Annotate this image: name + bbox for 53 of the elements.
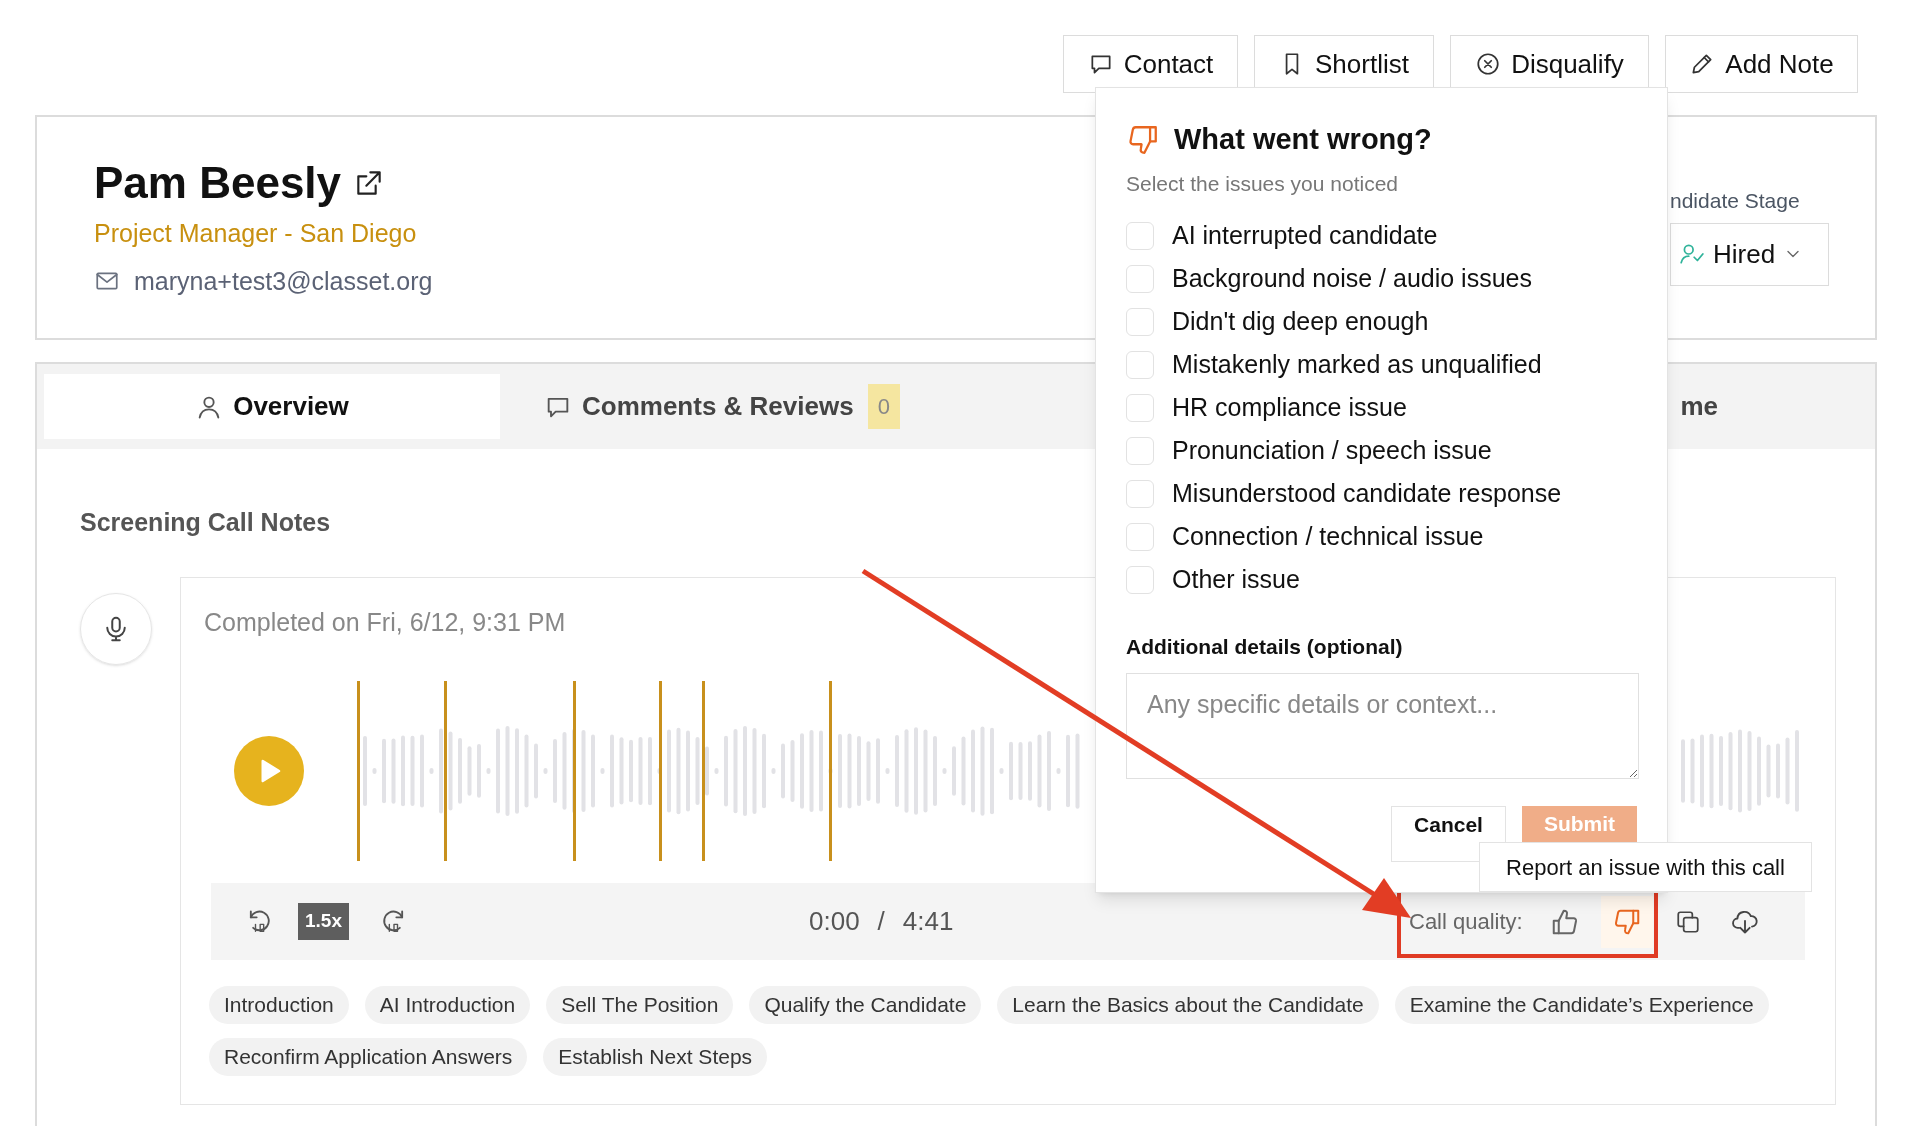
chapter-chip[interactable]: Introduction xyxy=(209,986,349,1024)
popover-subtitle: Select the issues you noticed xyxy=(1126,170,1399,197)
time-separator: / xyxy=(877,905,885,938)
chapter-chip[interactable]: Sell The Position xyxy=(546,986,734,1024)
chapter-chip[interactable]: Reconfirm Application Answers xyxy=(209,1038,528,1076)
contact-button[interactable]: Contact xyxy=(1063,35,1238,93)
popover-title: What went wrong? xyxy=(1174,122,1432,157)
issue-label: Pronunciation / speech issue xyxy=(1172,435,1492,467)
tab[interactable]: Comments & Reviews 0 xyxy=(500,374,920,439)
copy-icon xyxy=(1675,908,1701,935)
stage-dropdown[interactable]: Hired xyxy=(1670,222,1829,286)
details-label: Additional details (optional) xyxy=(1126,634,1404,660)
chapter-chip[interactable]: Learn the Basics about the Candidate xyxy=(997,986,1379,1024)
issue-label: Connection / technical issue xyxy=(1172,521,1484,553)
checkbox[interactable] xyxy=(1126,222,1154,250)
checkbox[interactable] xyxy=(1126,308,1154,336)
cancel-button[interactable]: Cancel xyxy=(1391,805,1506,862)
details-field[interactable]: Any specific details or context... xyxy=(1126,672,1639,779)
section-title: Screening Call Notes xyxy=(80,507,331,538)
call-date: Completed on Fri, 6/12, 9:31 PM xyxy=(204,606,567,638)
candidate-name: Pam Beesly xyxy=(94,157,342,209)
current-time: 0:00 xyxy=(809,905,860,938)
duration-time: 4:41 xyxy=(902,905,954,938)
checkbox[interactable] xyxy=(1126,351,1154,379)
email-text: maryna+test3@classet.org xyxy=(134,265,433,297)
stage-label: ndidate Stage xyxy=(1670,188,1801,214)
chapter-chip[interactable]: Qualify the Candidate xyxy=(749,986,982,1024)
thumbs-down-button[interactable] xyxy=(1600,895,1653,948)
checkbox[interactable] xyxy=(1126,394,1154,422)
checkbox[interactable] xyxy=(1126,523,1154,551)
issue-label: Other issue xyxy=(1172,564,1300,596)
checkbox[interactable] xyxy=(1126,437,1154,465)
speed-button[interactable]: 1.5x xyxy=(298,903,349,940)
tooltip: Report an issue with this call xyxy=(1479,842,1812,892)
chapter-chip[interactable]: AI Introduction xyxy=(364,986,531,1024)
issue-label: HR compliance issue xyxy=(1172,392,1407,424)
call-quality-label: Call quality: xyxy=(1409,908,1523,936)
note-button[interactable]: Add Note xyxy=(1665,35,1858,93)
issue-label: Misunderstood candidate response xyxy=(1172,478,1562,510)
checkbox[interactable] xyxy=(1126,566,1154,594)
tab[interactable]: Overview xyxy=(44,374,500,439)
tab[interactable]: me xyxy=(1680,374,1718,439)
count-badge: 0 xyxy=(867,384,900,429)
issue-label: Mistakenly marked as unqualified xyxy=(1172,349,1542,381)
checkbox[interactable] xyxy=(1126,265,1154,293)
job-title: Project Manager - San Diego xyxy=(94,218,418,249)
x-circle-icon xyxy=(1475,51,1502,77)
issue-label: Background noise / audio issues xyxy=(1172,263,1532,295)
issue-label: Didn't dig deep enough xyxy=(1172,306,1429,338)
issue-label: AI interrupted candidate xyxy=(1172,220,1438,252)
chapter-chip[interactable]: Establish Next Steps xyxy=(543,1038,768,1076)
checkbox[interactable] xyxy=(1126,480,1154,508)
chapter-chip[interactable]: Examine the Candidate’s Experience xyxy=(1394,986,1769,1024)
